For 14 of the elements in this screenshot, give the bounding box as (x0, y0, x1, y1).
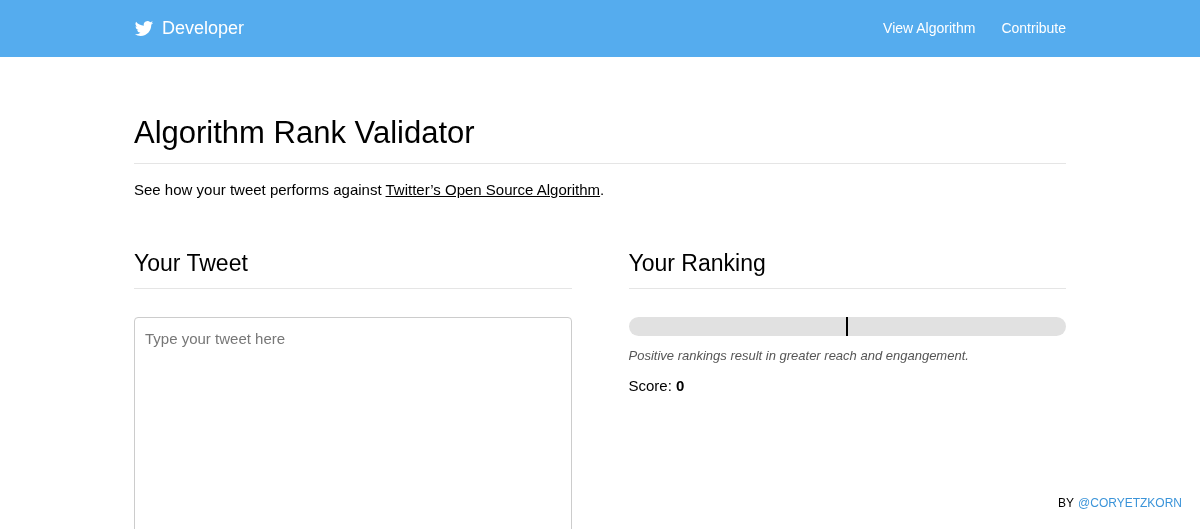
nav-link[interactable]: Contribute (1001, 18, 1066, 39)
tweet-input[interactable]: Type your tweet here (134, 316, 572, 529)
bird-icon (134, 18, 154, 39)
algorithm-link[interactable]: Twitter’s Open Source Algorithm (385, 181, 601, 198)
page-title: Algorithm Rank Validator (134, 113, 1066, 164)
ranking-note: Positive rankings result in greater reach and engangement. (628, 346, 970, 365)
author-link[interactable]: @CORYETZKORN (1078, 494, 1182, 512)
score-text: Score: 0 (628, 376, 686, 396)
brand-link[interactable]: Developer (134, 15, 245, 42)
section-heading: Your Ranking (628, 247, 1066, 289)
nav-link[interactable]: View Algorithm (883, 18, 976, 39)
section-heading: Your Tweet (134, 247, 572, 289)
byline-label: BY (1058, 495, 1075, 512)
intro-text: See how your tweet performs against Twitter’s Open Source Algorithm. (134, 180, 606, 200)
